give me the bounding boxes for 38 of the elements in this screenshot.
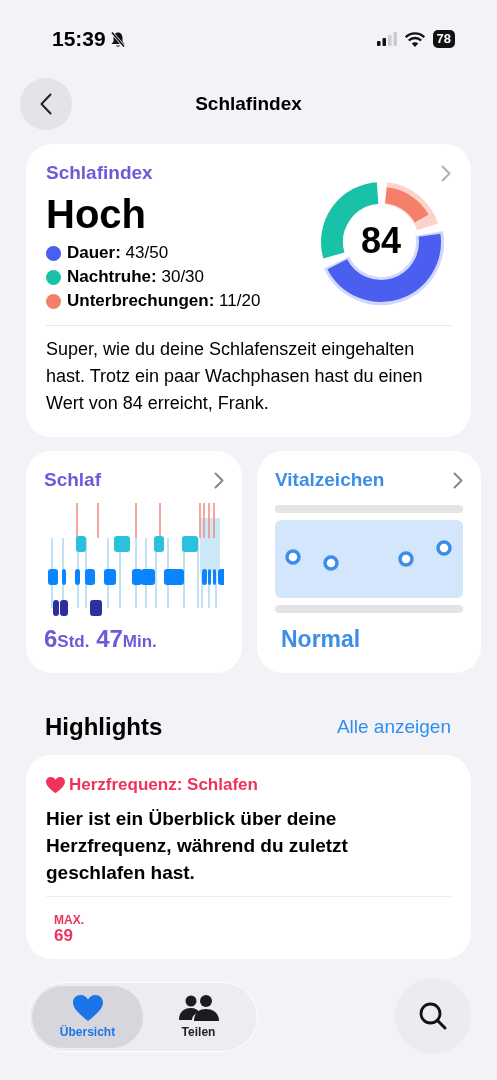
chevron-right-icon <box>441 164 451 182</box>
card-title: Schlafindex <box>46 162 153 184</box>
legend-text: Dauer: 43/50 <box>67 242 169 264</box>
bell-muted-icon <box>109 30 126 48</box>
nav-title: Schlafindex <box>195 93 302 115</box>
clock-time: 15:39 <box>52 27 106 51</box>
chevron-left-icon <box>40 93 52 115</box>
sleep-duration: 6Std. 47Min. <box>44 625 158 653</box>
highlight-title: Herzfrequenz: Schlafen <box>69 775 258 795</box>
legend-text: Unterbrechungen: 11/20 <box>67 290 261 312</box>
card-title: Vitalzeichen <box>275 469 385 491</box>
card-title: Schlaf <box>44 469 102 491</box>
heart-icon <box>72 995 103 1022</box>
highlight-card[interactable]: Herzfrequenz: Schlafen Hier ist ein Überblick über deine Herzfrequenz, während du zuletzt geschlafen hast. MAX. 69 <box>26 755 471 959</box>
score-value: 84 <box>359 219 402 262</box>
stat-label: MAX. <box>53 913 85 927</box>
vitals-card[interactable]: Vitalzeichen Normal <box>257 451 481 673</box>
summary-text: Super, wie du deine Schlafenszeit eingehalten hast. Trotz ein paar Wachphasen hast du einen Wert von 84 erreicht, Frank. <box>46 338 424 415</box>
heart-icon <box>46 776 65 794</box>
rating-label: Hoch <box>46 192 147 237</box>
sleep-card[interactable]: Schlaf 6Std. 47Min. <box>26 451 242 673</box>
vitals-status: Normal <box>280 626 362 653</box>
score-card[interactable]: Schlafindex Hoch Dauer: 43/50 Nachtruhe: 30/30 Unterbrechungen: 11/20 84 Super, wie du deine Schlafenszeit eingehalten hast. Trotz ein paar Wachphasen hast du einen Wert von 84 erreicht, Frank. <box>26 144 471 437</box>
search-icon <box>418 1001 448 1031</box>
people-icon <box>178 995 219 1022</box>
chevron-right-icon <box>453 471 463 489</box>
tab[interactable]: Teilen <box>143 986 254 1048</box>
section-title: Highlights <box>45 713 163 741</box>
chevron-right-icon <box>214 471 224 489</box>
battery-level: 78 <box>432 30 455 48</box>
signal-icon <box>376 32 397 46</box>
tab[interactable]: Übersicht <box>32 986 143 1048</box>
wifi-icon <box>404 31 425 47</box>
highlight-text: Hier ist ein Überblick über deine Herzfrequenz, während du zuletzt geschlafen hast. <box>46 807 349 885</box>
stat-value: 69 <box>53 927 74 945</box>
show-all-link[interactable]: Alle anzeigen <box>336 716 451 738</box>
back-button[interactable] <box>20 78 72 130</box>
legend-text: Nachtruhe: 30/30 <box>67 266 204 288</box>
